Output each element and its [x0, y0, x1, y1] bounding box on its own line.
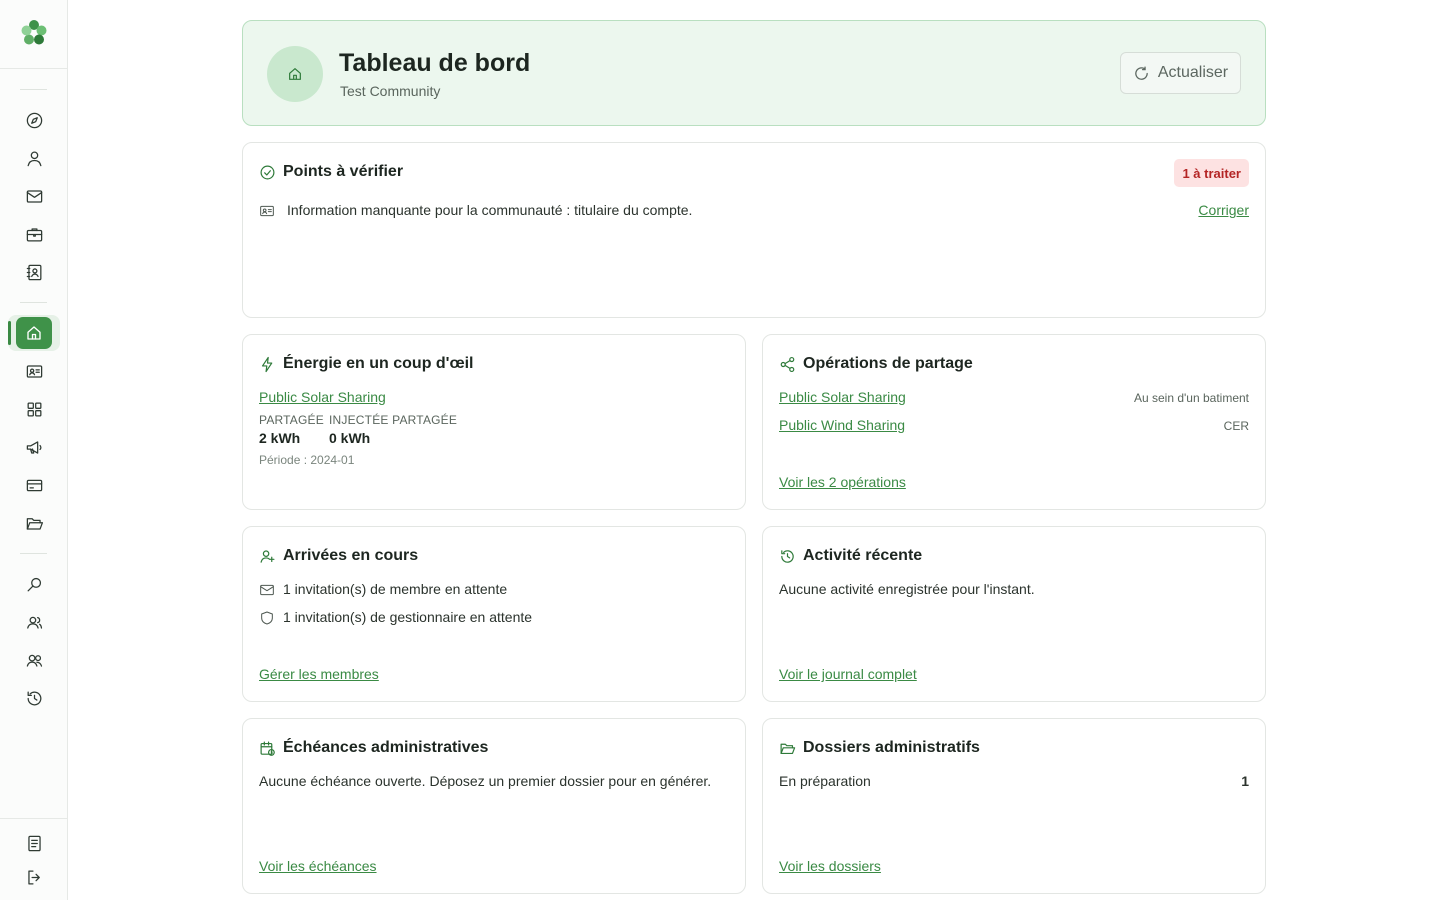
- period-text: Période : 2024-01: [259, 453, 355, 467]
- manage-members-link[interactable]: Gérer les membres: [259, 666, 379, 682]
- operations-title: Opérations de partage: [803, 355, 973, 372]
- community-avatar: [267, 46, 323, 102]
- notebook-icon[interactable]: [22, 831, 46, 855]
- injected-value: 0 kWh: [329, 430, 371, 446]
- files-status-count: 1: [1241, 773, 1249, 789]
- id-card-icon[interactable]: [22, 359, 46, 383]
- energy-title: Énergie en un coup d'œil: [283, 355, 474, 372]
- sidebar: [0, 0, 68, 900]
- share-icon: [779, 356, 796, 373]
- mail-icon[interactable]: [22, 184, 46, 208]
- sidebar-divider: [0, 68, 68, 69]
- home-icon[interactable]: [16, 317, 52, 349]
- contact-book-icon[interactable]: [22, 260, 46, 284]
- activity-card: Activité récente Aucune activité enregis…: [762, 526, 1266, 702]
- fix-link[interactable]: Corriger: [1198, 202, 1249, 218]
- megaphone-icon[interactable]: [22, 435, 46, 459]
- operation-type: CER: [1223, 419, 1249, 433]
- deadlines-empty-text: Aucune échéance ouverte. Déposez un prem…: [259, 773, 712, 789]
- sidebar-separator: [20, 553, 47, 554]
- app-logo[interactable]: [19, 18, 49, 48]
- activity-title: Activité récente: [803, 547, 923, 564]
- community-name: Test Community: [340, 83, 441, 99]
- manager-invitations-text: 1 invitation(s) de gestionnaire en atten…: [283, 609, 533, 625]
- arrivals-card: Arrivées en cours 1 invitation(s) de mem…: [242, 526, 746, 702]
- shield-icon: [259, 610, 275, 626]
- grid-icon[interactable]: [22, 397, 46, 421]
- view-log-link[interactable]: Voir le journal complet: [779, 666, 917, 682]
- refresh-icon: [1135, 65, 1148, 80]
- mail-icon: [259, 582, 275, 598]
- compass-icon[interactable]: [22, 108, 46, 132]
- sidebar-separator: [20, 89, 47, 90]
- refresh-button-label: Actualiser: [1157, 64, 1229, 81]
- shared-label: PARTAGÉE: [259, 413, 324, 427]
- history-icon: [779, 548, 796, 565]
- operation-type: Au sein d'un batiment: [1133, 391, 1249, 405]
- briefcase-icon[interactable]: [22, 222, 46, 246]
- energy-card: Énergie en un coup d'œil Public Solar Sh…: [242, 334, 746, 510]
- search-icon[interactable]: [22, 572, 46, 596]
- arrivals-title: Arrivées en cours: [283, 547, 419, 564]
- check-item-text: Information manquante pour la communauté…: [287, 202, 693, 218]
- team-icon[interactable]: [22, 648, 46, 672]
- status-badge: 1 à traiter: [1174, 159, 1249, 187]
- operations-card: Opérations de partage Public Solar Shari…: [762, 334, 1266, 510]
- page-title: Tableau de bord: [339, 49, 531, 77]
- lightning-icon: [259, 356, 276, 373]
- folder-open-icon: [779, 740, 796, 757]
- checks-title: Points à vérifier: [283, 163, 404, 180]
- view-deadlines-link[interactable]: Voir les échéances: [259, 858, 377, 874]
- deadlines-title: Échéances administratives: [283, 739, 489, 756]
- nav-active-indicator: [8, 321, 11, 345]
- credit-card-icon[interactable]: [22, 473, 46, 497]
- folder-open-icon[interactable]: [22, 511, 46, 535]
- refresh-button[interactable]: Actualiser: [1120, 52, 1241, 94]
- home-icon: [289, 68, 301, 80]
- member-invitations-text: 1 invitation(s) de membre en attente: [283, 581, 508, 597]
- id-card-icon: [259, 203, 275, 219]
- files-status-label: En préparation: [779, 773, 871, 789]
- sidebar-separator: [20, 302, 47, 303]
- activity-empty-text: Aucune activité enregistrée pour l'insta…: [779, 581, 1035, 597]
- calendar-clock-icon: [259, 740, 276, 757]
- view-files-link[interactable]: Voir les dossiers: [779, 858, 881, 874]
- operation-link[interactable]: Public Wind Sharing: [779, 417, 905, 433]
- operation-link[interactable]: Public Solar Sharing: [779, 389, 906, 405]
- dashboard-header: Tableau de bord Test Community Actualise…: [242, 20, 1266, 126]
- shared-value: 2 kWh: [259, 430, 301, 446]
- logout-icon[interactable]: [22, 865, 46, 889]
- history-icon[interactable]: [22, 686, 46, 710]
- users-icon[interactable]: [22, 610, 46, 634]
- user-plus-icon: [259, 548, 276, 565]
- check-circle-icon: [259, 164, 276, 181]
- checks-card: Points à vérifier 1 à traiter Informatio…: [242, 142, 1266, 318]
- sidebar-divider: [0, 818, 68, 819]
- injected-label: INJECTÉE PARTAGÉE: [329, 413, 458, 427]
- user-icon[interactable]: [22, 146, 46, 170]
- files-title: Dossiers administratifs: [803, 739, 980, 756]
- energy-operation-link[interactable]: Public Solar Sharing: [259, 389, 386, 405]
- view-operations-link[interactable]: Voir les 2 opérations: [779, 474, 906, 490]
- files-card: Dossiers administratifs En préparation 1…: [762, 718, 1266, 894]
- deadlines-card: Échéances administratives Aucune échéanc…: [242, 718, 746, 894]
